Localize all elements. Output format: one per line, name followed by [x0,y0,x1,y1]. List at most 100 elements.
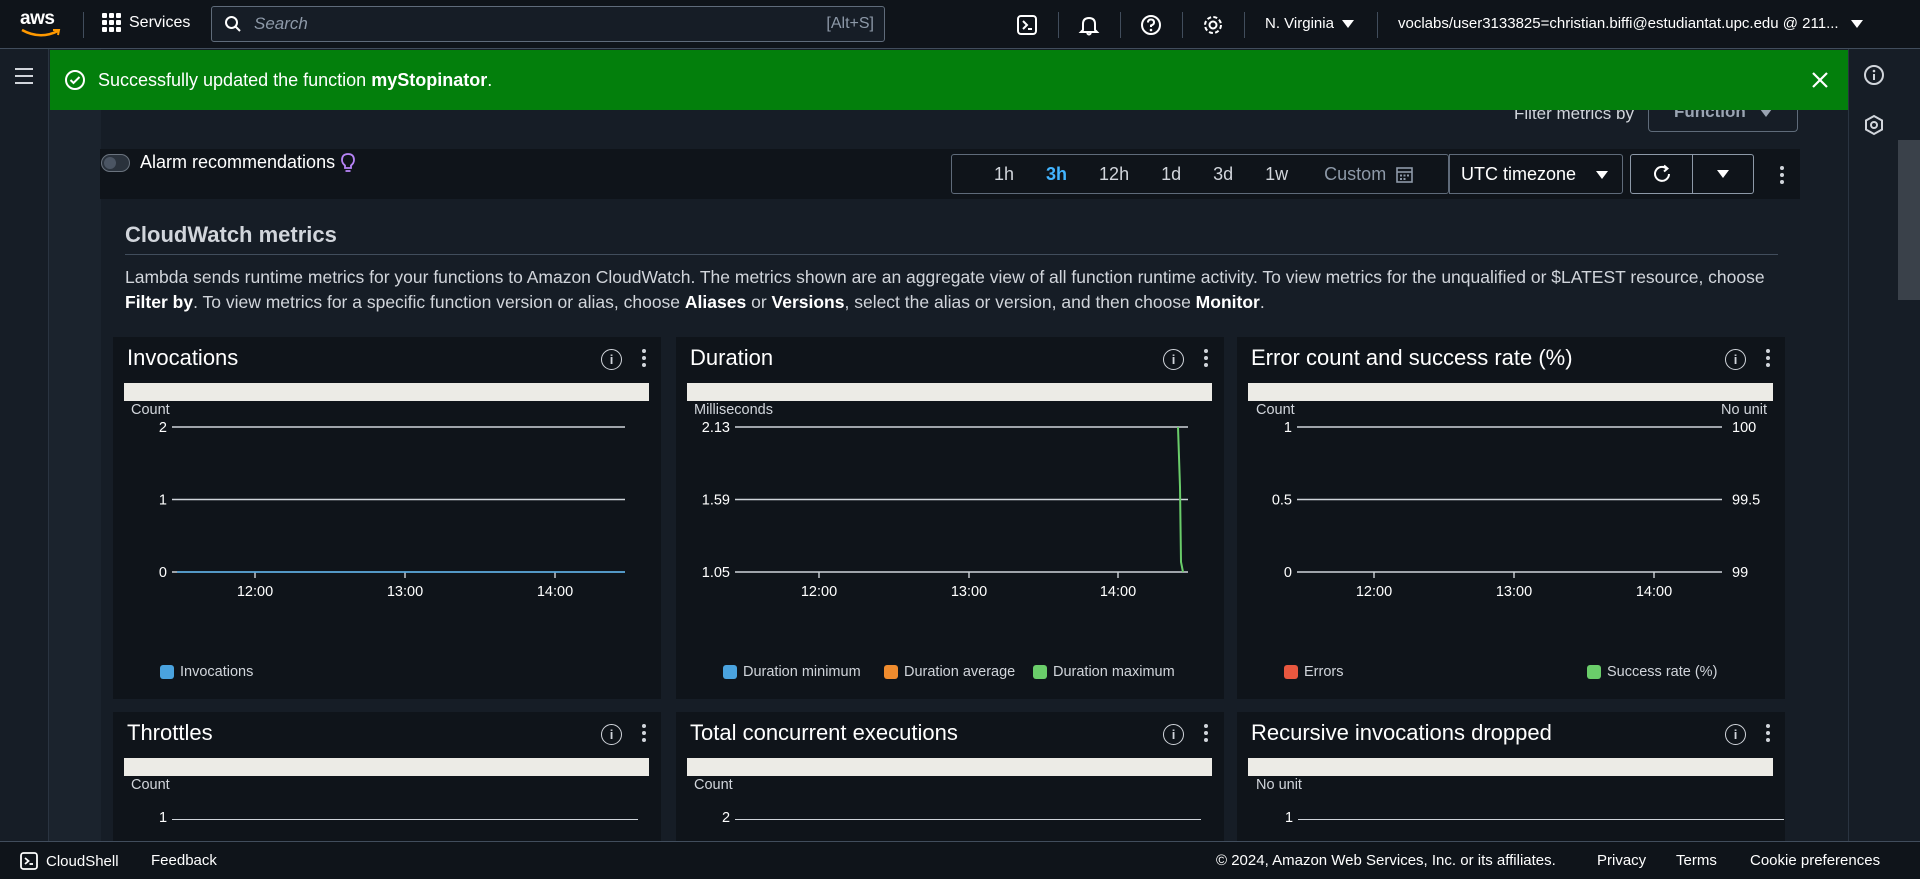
time-range-custom[interactable]: Custom [1324,164,1413,185]
flash-message-prefix: Successfully updated the function [98,69,372,90]
info-icon[interactable]: i [1725,724,1746,745]
info-icon[interactable]: i [601,724,622,745]
search-input[interactable]: Search [Alt+S] [211,6,885,42]
applications-icon[interactable] [1863,114,1885,141]
x-tick-label: 12:00 [801,584,837,600]
privacy-link[interactable]: Privacy [1597,852,1646,869]
desc-part: . To view metrics for a specific functio… [193,292,685,312]
widget-total-concurrent-executions: Total concurrent executions i Count 2 [676,712,1224,841]
close-icon[interactable] [1810,70,1830,90]
y-tick-label: 0 [159,565,167,581]
y-axis-unit: Count [694,777,733,793]
account-menu[interactable]: voclabs/user3133825=christian.biffi@estu… [1398,15,1863,32]
copyright-text: © 2024, Amazon Web Services, Inc. or its… [1216,852,1556,869]
y-axis-unit: Count [131,777,170,793]
legend-swatch [884,665,898,679]
widget-menu-icon[interactable] [642,724,646,742]
more-options-icon[interactable] [1780,166,1784,184]
timezone-label: UTC timezone [1461,163,1577,184]
y-axis-unit: Count [131,402,170,418]
info-icon[interactable]: i [1163,349,1184,370]
custom-label: Custom [1324,163,1387,184]
alarm-recommendations-toggle[interactable] [101,154,130,172]
info-panel-icon[interactable] [1863,64,1885,91]
time-range-1h[interactable]: 1h [994,164,1014,185]
desc-filter-by: Filter by [125,292,194,312]
x-tick-label: 14:00 [1100,584,1136,600]
time-range-3h[interactable]: 3h [1046,164,1067,185]
time-range-selector: 1h 3h 12h 1d 3d 1w Custom [951,154,1449,194]
errors-chart[interactable]: 0 0.5 1 99 99.5 100 12:00 13:00 14:00 [1237,419,1785,619]
legend-item-duration-minimum[interactable]: Duration minimum [723,664,861,680]
x-tick-label: 13:00 [387,584,423,600]
notifications-bell-icon[interactable] [1076,12,1102,38]
y-tick-label: 2.13 [702,420,730,436]
cookie-preferences-link[interactable]: Cookie preferences [1750,852,1880,869]
lightbulb-icon[interactable] [341,152,355,173]
page-scrollbar[interactable] [1898,140,1920,300]
cloudwatch-description: Lambda sends runtime metrics for your fu… [125,265,1785,315]
widget-loading-bar [1248,383,1773,401]
time-range-12h[interactable]: 12h [1099,164,1129,185]
y2-tick-label: 99 [1732,565,1748,581]
time-range-1d[interactable]: 1d [1161,164,1181,185]
chevron-down-icon [1717,170,1729,178]
widget-title: Duration [690,345,774,370]
duration-chart[interactable]: 1.05 1.59 2.13 12:00 13:00 14:00 [676,419,1224,619]
y-axis-unit-right: No unit [1721,402,1767,418]
time-range-1w[interactable]: 1w [1265,164,1288,185]
widget-menu-icon[interactable] [642,349,646,367]
widget-menu-icon[interactable] [1766,724,1770,742]
y-tick-label: 2 [159,420,167,436]
refresh-options-dropdown[interactable] [1693,154,1754,194]
chevron-down-icon [1341,19,1354,28]
y2-tick-label: 100 [1732,420,1756,436]
legend-item-duration-maximum[interactable]: Duration maximum [1033,664,1175,680]
settings-gear-icon[interactable] [1200,12,1226,38]
search-icon [225,16,241,32]
legend-item-duration-average[interactable]: Duration average [884,664,1015,680]
legend-item-invocations[interactable]: Invocations [160,664,253,680]
x-tick-label: 14:00 [537,584,573,600]
widget-duration: Duration i Milliseconds 1.05 1.59 2.13 12:0… [676,337,1224,699]
widget-error-count-success-rate: Error count and success rate (%) i Count… [1237,337,1785,699]
refresh-button[interactable] [1630,154,1693,194]
widget-title: Throttles [127,720,213,745]
gridline [172,819,638,820]
x-tick-label: 12:00 [1356,584,1392,600]
info-icon[interactable]: i [1163,724,1184,745]
y-tick-label: 1.59 [702,493,730,509]
widget-menu-icon[interactable] [1766,349,1770,367]
widget-menu-icon[interactable] [1204,349,1208,367]
region-selector[interactable]: N. Virginia [1265,15,1354,32]
help-icon[interactable] [1138,12,1164,38]
feedback-link[interactable]: Feedback [151,852,217,869]
widget-loading-bar [124,383,649,401]
legend-swatch [1033,665,1047,679]
hamburger-menu-icon[interactable] [15,68,33,89]
nav-divider [1120,12,1121,38]
services-menu-button[interactable]: Services [102,13,190,32]
chevron-down-icon [1850,19,1863,28]
info-icon[interactable]: i [601,349,622,370]
legend-label: Duration maximum [1053,664,1175,680]
invocations-chart[interactable]: 0 1 2 12:00 13:00 14:00 [113,419,661,619]
info-icon[interactable]: i [1725,349,1746,370]
time-range-3d[interactable]: 3d [1213,164,1233,185]
timezone-dropdown[interactable]: UTC timezone [1449,154,1623,194]
legend-item-errors[interactable]: Errors [1284,664,1343,680]
legend-item-success-rate[interactable]: Success rate (%) [1587,664,1717,680]
search-placeholder: Search [254,14,308,33]
success-flash-banner: Successfully updated the function myStop… [50,50,1848,110]
widget-menu-icon[interactable] [1204,724,1208,742]
terms-link[interactable]: Terms [1676,852,1717,869]
y-tick-label: 0 [1284,565,1292,581]
cloudshell-icon[interactable] [1014,12,1040,38]
x-tick-label: 13:00 [1496,584,1532,600]
chevron-down-icon [1596,171,1608,179]
y-tick-label: 1.05 [702,565,730,581]
aws-logo[interactable]: aws [20,8,62,40]
y-tick-label: 1 [1284,420,1292,436]
cloudshell-button[interactable]: CloudShell [20,852,119,870]
y-axis-unit-left: Count [1256,402,1295,418]
